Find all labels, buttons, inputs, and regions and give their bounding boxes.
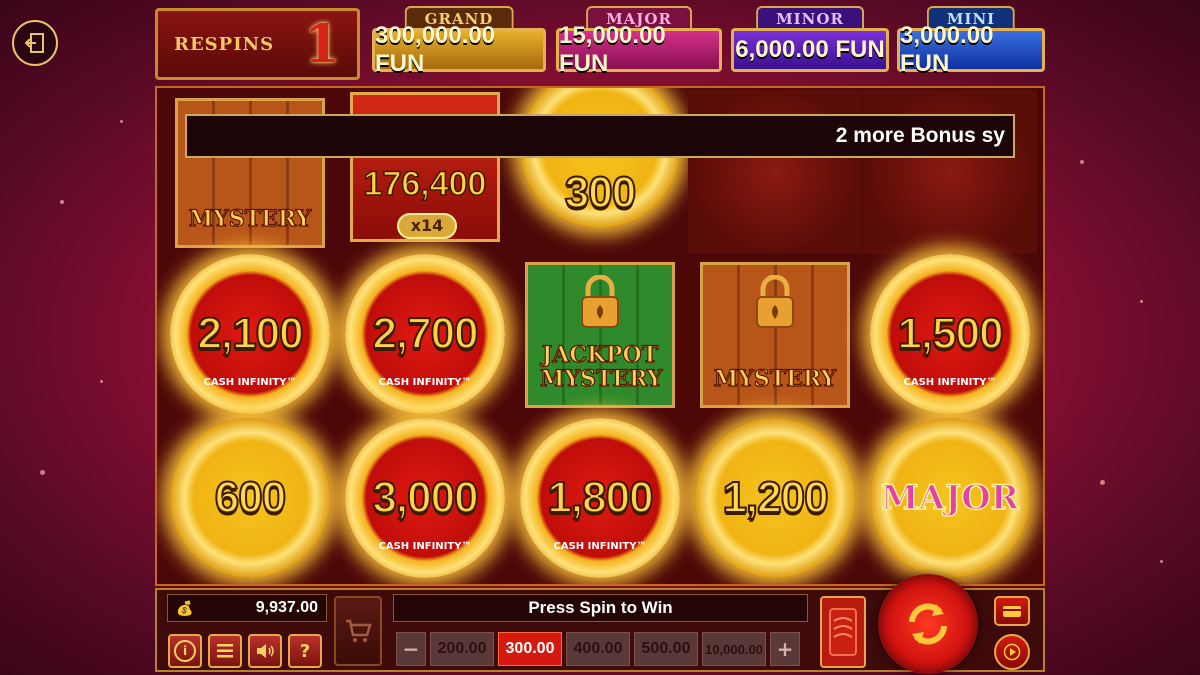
jackpot-minor-value: 6,000.00 FUN [731,28,889,72]
padlock-icon [578,274,622,335]
major-coin: MAJOR [870,418,1030,578]
card-icon [829,608,857,656]
cell-r1c3: 300 [513,88,687,232]
chest-multiplier: x14 [397,213,457,239]
info-icon: i [174,640,196,662]
jackpot-major-value: 15,000.00 FUN [556,22,722,77]
jackpot-minor: MINOR 6,000.00 FUN [731,6,889,80]
play-icon [1003,643,1021,661]
autoplay-button[interactable] [994,634,1030,670]
info-button[interactable]: i [168,634,202,668]
mystery-label: MYSTERY [188,206,312,232]
bet-option-selected[interactable]: 300.00 [498,632,562,666]
reel-grid: MYSTERY 176,400 x14 300 2,100 CASH INFIN… [155,86,1045,586]
message-text: 2 more Bonus sy [835,124,1005,147]
red-coin: 2,100 CASH INFINITY™ [170,254,330,414]
jackpot-minor-label: MINOR [756,6,864,30]
bet-increase-button[interactable]: + [770,632,800,666]
cell-r3c1: 600 [163,418,337,582]
cell-r2c2: 2,700 CASH INFINITY™ [338,254,512,418]
gold-coin: 1,200 [695,418,855,578]
cell-r3c3: 1,800 CASH INFINITY™ [513,418,687,582]
mystery-crate: MYSTERY [700,262,850,408]
exit-button[interactable] [12,20,58,66]
help-button[interactable]: ? [288,634,322,668]
exit-icon [24,33,44,53]
jackpot-grand: GRAND 300,000.00 FUN [372,6,546,80]
coin-value: 300 [564,167,637,218]
chest-value: 176,400 [363,164,487,204]
status-bar: Press Spin to Win [393,594,808,622]
coin-value: 3,000 [371,472,479,523]
coin-sub: CASH INFINITY™ [203,377,297,388]
balance-display: 💰 9,937.00 [167,594,327,622]
message-bar: 2 more Bonus sy [185,114,1015,158]
cell-r3c2: 3,000 CASH INFINITY™ [338,418,512,582]
jackpot-major: MAJOR 15,000.00 FUN [556,6,722,80]
jackpot-mini-value: 3,000.00 FUN [897,22,1045,77]
help-icon: ? [299,640,311,662]
jackpot-mini: MINI 3,000.00 FUN [897,6,1045,80]
bet-selector: − 200.00 300.00 400.00 500.00 10,000.00 … [396,630,806,668]
sound-button[interactable] [248,634,282,668]
coin-sub: CASH INFINITY™ [378,541,472,552]
coin-value: 1,500 [896,308,1004,359]
jackpot-mystery-crate: JACKPOT MYSTERY [525,262,675,408]
shop-button[interactable] [334,596,382,666]
padlock-icon [753,274,797,335]
coin-value: 1,200 [721,472,829,523]
cell-r2c5: 1,500 CASH INFINITY™ [863,254,1037,418]
red-coin: 1,800 CASH INFINITY™ [520,418,680,578]
jackpot-mystery-label: JACKPOT MYSTERY [539,342,663,392]
cell-r3c5: MAJOR [863,418,1037,582]
bet-option[interactable]: 400.00 [566,632,630,666]
menu-button[interactable] [208,634,242,668]
minus-icon: − [402,637,420,661]
coin-sub: CASH INFINITY™ [378,377,472,388]
coin-value: 1,800 [546,472,654,523]
money-bag-icon: 💰 [176,599,194,616]
cards-button[interactable] [994,596,1030,626]
cell-r2c1: 2,100 CASH INFINITY™ [163,254,337,418]
coin-sub: CASH INFINITY™ [903,377,997,388]
cell-r2c4: MYSTERY [688,254,862,418]
coin-value: 600 [214,472,287,523]
red-coin: 1,500 CASH INFINITY™ [870,254,1030,414]
jackpot-grand-value: 300,000.00 FUN [372,22,546,77]
balance-value: 9,937.00 [255,599,318,616]
coin-sub: CASH INFINITY™ [553,541,647,552]
plus-icon: + [776,637,794,661]
mystery-label: MYSTERY [713,366,837,392]
spin-arrows-icon [909,603,947,645]
bet-option[interactable]: 200.00 [430,632,494,666]
respins-label: RESPINS [174,33,275,55]
bet-option[interactable]: 500.00 [634,632,698,666]
spin-button[interactable] [878,574,978,674]
cell-r3c4: 1,200 [688,418,862,582]
menu-icon [217,644,233,658]
gold-coin: 600 [170,418,330,578]
cell-r2c3: JACKPOT MYSTERY [513,254,687,418]
wallet-icon [1003,606,1021,617]
red-coin: 3,000 CASH INFINITY™ [345,418,505,578]
respins-count: 1 [304,13,341,75]
status-text: Press Spin to Win [528,598,673,617]
red-coin: 2,700 CASH INFINITY™ [345,254,505,414]
respins-counter: RESPINS 1 [155,8,360,80]
bet-decrease-button[interactable]: − [396,632,426,666]
speaker-icon [257,644,274,658]
coin-value: 2,100 [196,308,304,359]
cart-icon [346,619,372,642]
gamble-card-button[interactable] [820,596,866,668]
major-label: MAJOR [880,477,1019,519]
coin-value: 2,700 [371,308,479,359]
bet-option[interactable]: 10,000.00 [702,632,766,666]
